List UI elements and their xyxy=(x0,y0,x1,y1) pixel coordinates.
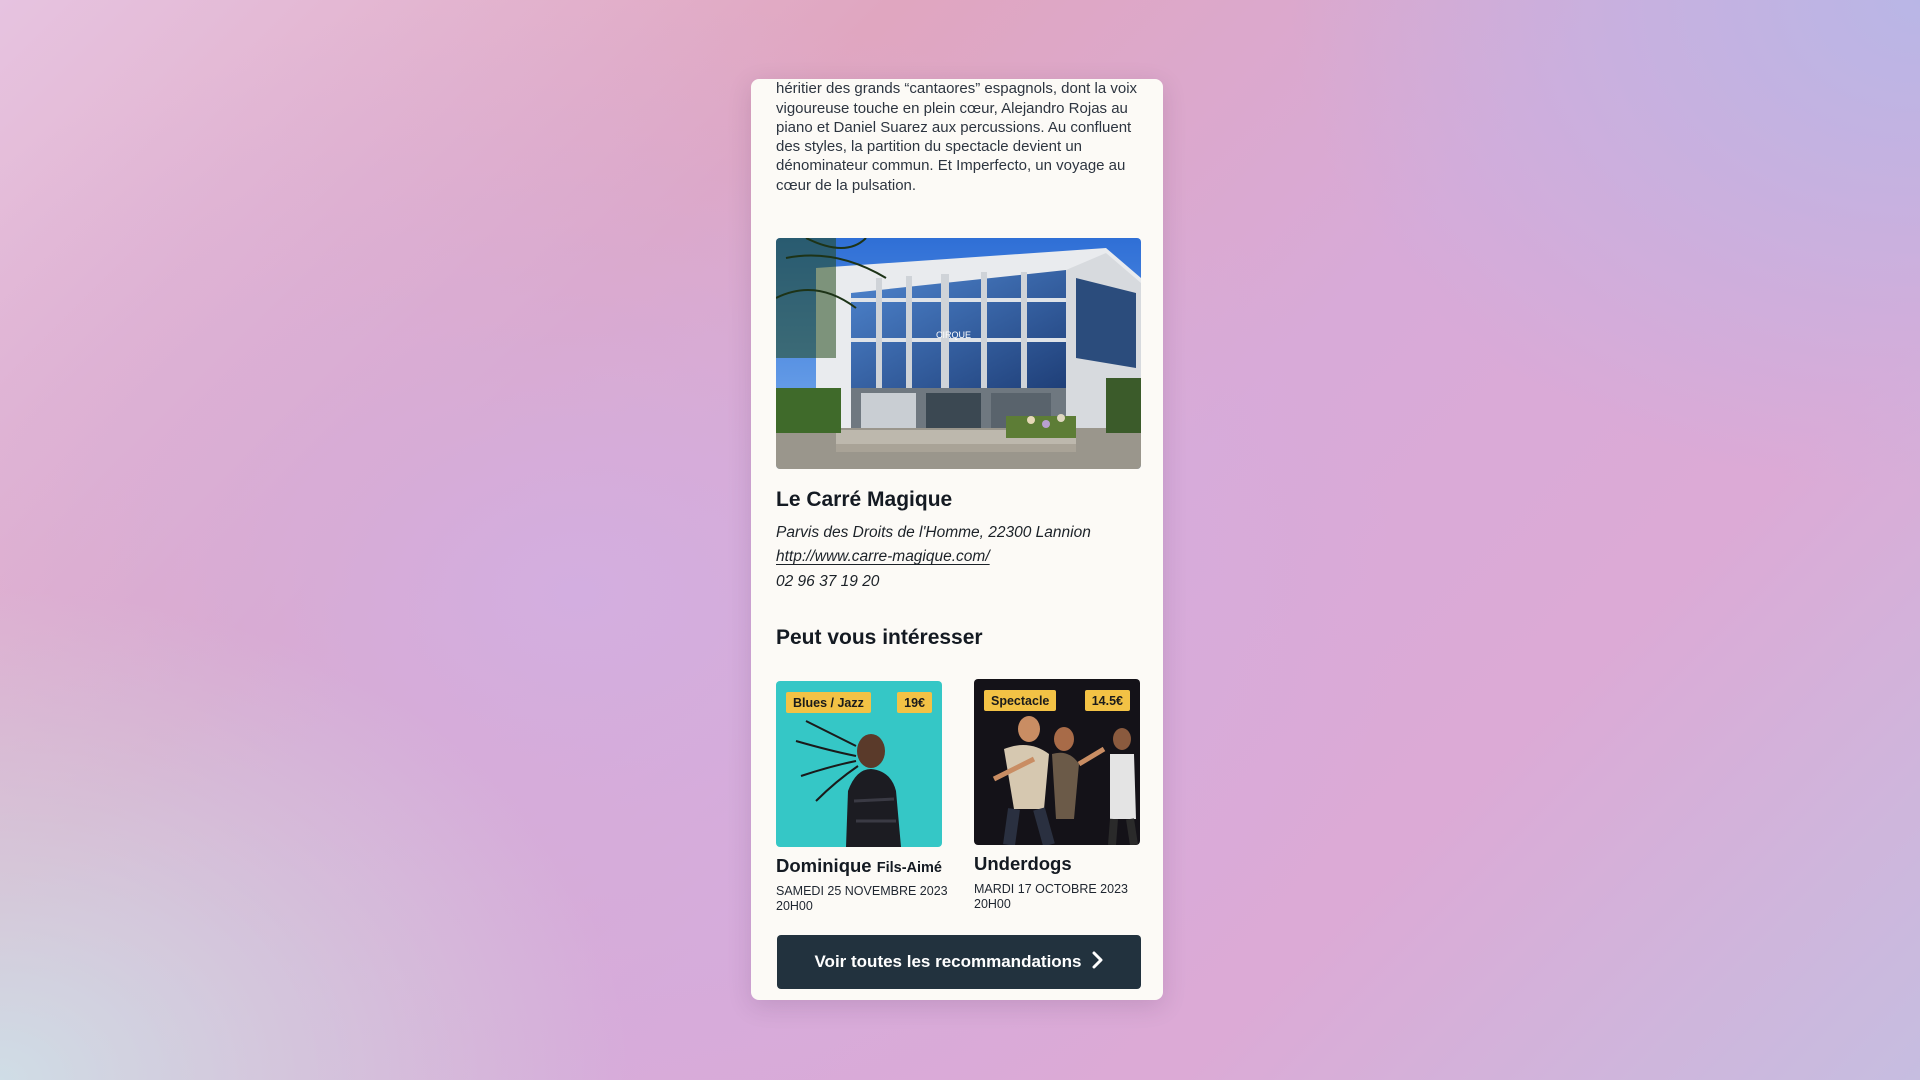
recommendation-title-main: Dominique xyxy=(776,855,872,876)
recommendation-title-small: Fils-Aimé xyxy=(876,860,942,876)
recommendation-time: 20H00 xyxy=(974,897,1011,911)
cta-label: Voir toutes les recommandations xyxy=(814,952,1082,971)
recommendation-title: Underdogs xyxy=(974,853,1163,875)
recommendation-date: MARDI 17 OCTOBRE 2023 xyxy=(974,882,1128,896)
price-badge: 19€ xyxy=(897,692,932,713)
category-badge: Blues / Jazz xyxy=(786,692,871,713)
venue-address: Parvis des Droits de l'Homme, 22300 Lann… xyxy=(776,524,1091,541)
recommendation-date: SAMEDI 25 NOVEMBRE 2023 xyxy=(776,884,948,898)
category-badge: Spectacle xyxy=(984,690,1057,711)
recommendation-image: Blues / Jazz 19€ xyxy=(776,681,942,847)
venue-name: Le Carré Magique xyxy=(776,488,953,511)
chevron-right-icon xyxy=(1092,951,1104,974)
recommendation-card[interactable]: Blues / Jazz 19€ Dominique Fils-Aimé SAM… xyxy=(776,681,966,914)
price-badge: 14.5€ xyxy=(1084,690,1130,711)
venue-phone: 02 96 37 19 20 xyxy=(776,573,880,590)
see-all-recommendations-button[interactable]: Voir toutes les recommandations xyxy=(777,935,1141,989)
recommendation-image: Spectacle 14.5€ xyxy=(974,679,1140,845)
svg-text:CIRQUE: CIRQUE xyxy=(936,330,971,340)
venue-website-link[interactable]: http://www.carre-magique.com/ xyxy=(776,548,990,566)
recommendation-title: Dominique Fils-Aimé xyxy=(776,855,966,877)
recommendation-time: 20H00 xyxy=(776,899,813,913)
venue-photo: CIRQUE xyxy=(776,238,1141,469)
event-description: transcendent cette complicité sur scène … xyxy=(776,80,1138,194)
recommendation-title-main: Underdogs xyxy=(974,853,1072,874)
venue-building-illustration: CIRQUE xyxy=(776,238,1141,469)
recommendations-title: Peut vous intéresser xyxy=(776,626,983,649)
event-detail-card: transcendent cette complicité sur scène … xyxy=(751,79,1163,1000)
recommendation-card[interactable]: Spectacle 14.5€ Underdogs MARDI 17 OCTOB… xyxy=(974,679,1163,912)
